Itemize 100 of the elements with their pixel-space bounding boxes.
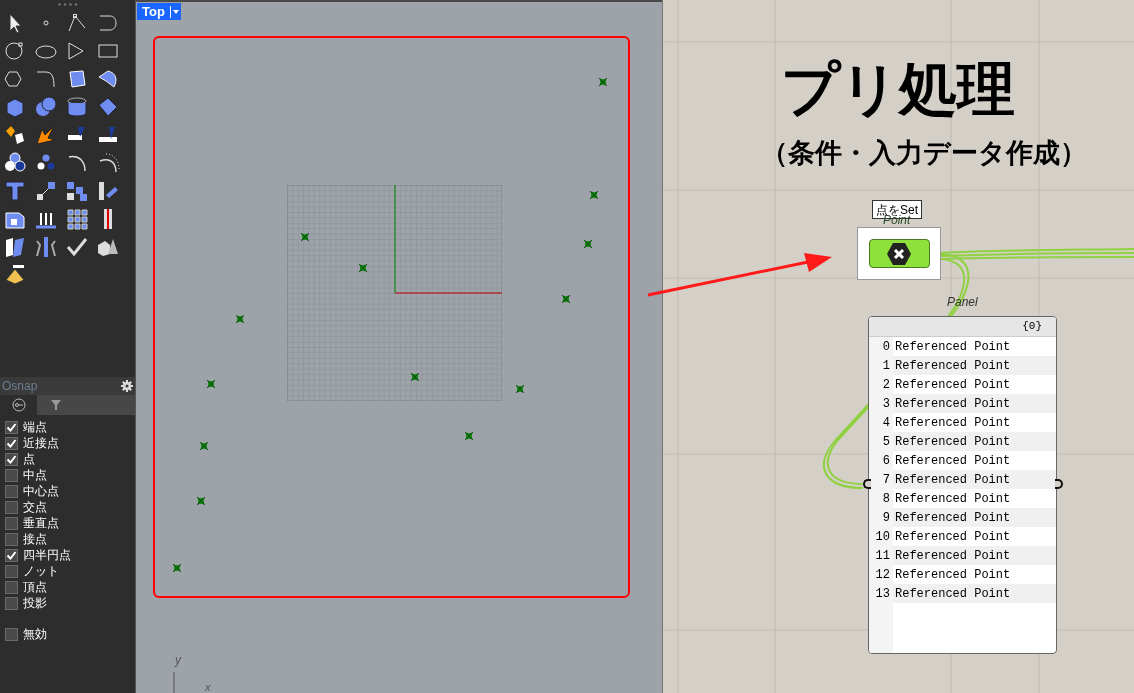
text-panel[interactable] — [868, 316, 1057, 654]
checkbox[interactable] — [5, 516, 18, 530]
snap-label: 中心点 — [23, 485, 59, 497]
axis-label: y — [175, 654, 181, 666]
checkbox[interactable] — [5, 420, 18, 434]
checkbox[interactable] — [5, 468, 18, 482]
row-value: Referenced Point — [894, 435, 1011, 448]
point-marker — [207, 380, 215, 388]
heading: プリ処理 — [781, 60, 1015, 118]
node-canvas[interactable] — [663, 0, 1134, 693]
settings-icon[interactable] — [121, 380, 133, 392]
point-marker — [411, 373, 419, 381]
row-value: Referenced Point — [894, 587, 1011, 600]
scale-icon[interactable] — [34, 179, 58, 203]
subheading: （条件・入力データ作成） — [761, 140, 1087, 167]
point-marker — [359, 264, 367, 272]
row-value: Referenced Point — [894, 530, 1011, 543]
figures-icon[interactable] — [34, 235, 58, 259]
point-marker — [590, 191, 598, 199]
row-value: Referenced Point — [894, 416, 1011, 429]
row-index: 5 — [881, 435, 890, 448]
point-marker — [200, 442, 208, 450]
row-value: Referenced Point — [894, 511, 1011, 524]
checkbox[interactable] — [5, 548, 18, 562]
snap-label: 垂直点 — [23, 517, 59, 529]
checkbox[interactable] — [5, 436, 18, 450]
filter-icon — [48, 398, 63, 412]
point-marker — [301, 233, 309, 241]
row-value: Referenced Point — [894, 568, 1011, 581]
mesh-icon[interactable] — [96, 95, 120, 119]
panels-icon[interactable] — [3, 235, 27, 259]
row-value: Referenced Point — [894, 549, 1011, 562]
row-index: 3 — [881, 397, 890, 410]
row-index: 0 — [881, 340, 890, 353]
row-index: 1 — [881, 359, 890, 372]
row-index: 11 — [874, 549, 890, 562]
point-marker — [173, 564, 181, 572]
grip-icon[interactable] — [57, 3, 78, 6]
axis-line — [173, 672, 175, 693]
point-marker — [465, 432, 473, 440]
row-index: 4 — [881, 416, 890, 429]
spheres-icon[interactable] — [34, 95, 58, 119]
checkbox[interactable] — [5, 500, 18, 514]
snap-label: 投影 — [23, 597, 47, 609]
point-marker — [584, 240, 592, 248]
row-value: Referenced Point — [894, 473, 1011, 486]
row-index: 6 — [881, 454, 890, 467]
row-index: 7 — [881, 473, 890, 486]
row-value: Referenced Point — [894, 378, 1011, 391]
checkbox[interactable] — [5, 627, 18, 641]
dropdown-icon — [169, 5, 179, 18]
squares-icon[interactable] — [65, 179, 89, 203]
row-index: 2 — [881, 378, 890, 391]
snap-label: 無効 — [23, 628, 47, 640]
path-label: {0} — [1022, 319, 1042, 335]
checkbox[interactable] — [5, 564, 18, 578]
snap-label: 頂点 — [23, 581, 47, 593]
row-value: Referenced Point — [894, 340, 1011, 353]
checkbox[interactable] — [5, 532, 18, 546]
point-marker — [236, 315, 244, 323]
checkbox[interactable] — [5, 580, 18, 594]
row-value: Referenced Point — [894, 454, 1011, 467]
cylinder-icon[interactable] — [65, 95, 89, 119]
snap-label: 近接点 — [23, 437, 59, 449]
burst-icon[interactable] — [34, 123, 58, 147]
row-index: 12 — [874, 568, 890, 581]
row-index: 9 — [881, 511, 890, 524]
checkbox[interactable] — [5, 596, 18, 610]
point-marker — [197, 497, 205, 505]
point-marker — [562, 295, 570, 303]
row-value: Referenced Point — [894, 359, 1011, 372]
snap-label: 四半円点 — [23, 549, 71, 561]
rotate-icon[interactable] — [96, 179, 120, 203]
point-marker — [599, 78, 607, 86]
letter-t-icon[interactable] — [3, 179, 27, 203]
snap-label: 端点 — [23, 421, 47, 433]
snap-tab[interactable] — [0, 395, 37, 415]
panel-title: Osnap — [2, 378, 38, 395]
viewport[interactable]: Top y x — [136, 0, 662, 693]
axis-label: x — [205, 682, 211, 693]
viewport-tab[interactable]: Top — [137, 3, 181, 20]
snap-label: 接点 — [23, 533, 47, 545]
checkmark-icon[interactable] — [65, 235, 89, 259]
snap-label: 点 — [23, 453, 35, 465]
snap-label: 交点 — [23, 501, 47, 513]
row-index: 8 — [881, 492, 890, 505]
snap-label: ノット — [23, 565, 59, 577]
input-grip[interactable] — [863, 479, 871, 489]
circles-icon[interactable] — [3, 151, 27, 175]
point-component[interactable] — [857, 227, 941, 280]
row-index: 13 — [874, 587, 890, 600]
row-value: Referenced Point — [894, 397, 1011, 410]
output-grip[interactable] — [1055, 479, 1063, 489]
row-value: Referenced Point — [894, 492, 1011, 505]
grid-icon[interactable] — [65, 207, 89, 231]
snap-icon — [11, 398, 26, 412]
row-index: 10 — [874, 530, 890, 543]
checkbox[interactable] — [5, 452, 18, 466]
checkbox[interactable] — [5, 484, 18, 498]
pyramid-icon[interactable] — [3, 263, 27, 287]
